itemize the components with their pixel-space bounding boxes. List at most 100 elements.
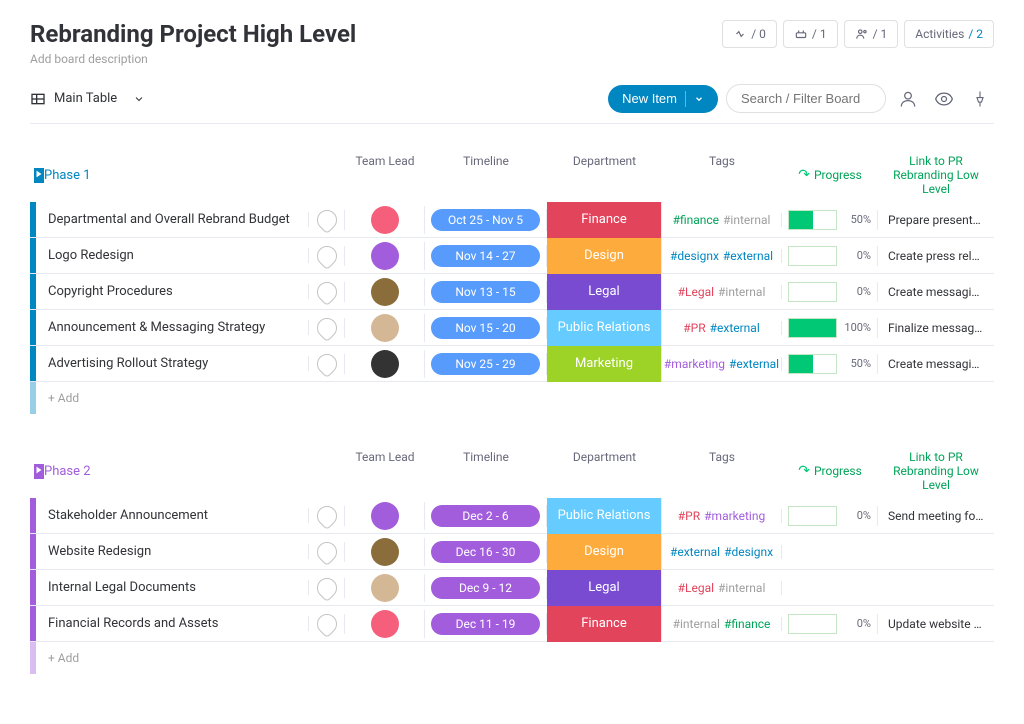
table-row[interactable]: Advertising Rollout Strategy Nov 25 - 29M…	[30, 346, 994, 382]
timeline-cell[interactable]: Dec 9 - 12	[425, 577, 547, 599]
table-row[interactable]: Website Redesign Dec 16 - 30Design#extern…	[30, 534, 994, 570]
column-header[interactable]: Team Lead	[345, 444, 425, 498]
team-lead-cell[interactable]	[345, 574, 425, 602]
pin-icon[interactable]	[966, 85, 994, 113]
link-cell[interactable]: Finalize message rollout strategy	[878, 321, 994, 335]
department-cell[interactable]: Legal	[547, 570, 662, 606]
column-header[interactable]: Tags	[662, 148, 782, 202]
group-name[interactable]: Phase 2	[44, 464, 91, 479]
department-cell[interactable]: Finance	[547, 606, 662, 642]
progress-cell[interactable]: 50%	[782, 210, 878, 230]
progress-cell[interactable]: 0%	[782, 614, 878, 634]
tags-cell[interactable]: #external#designx	[662, 545, 782, 559]
item-name[interactable]: Stakeholder Announcement	[36, 508, 309, 523]
progress-cell[interactable]: 0%	[782, 282, 878, 302]
table-row[interactable]: Financial Records and Assets Dec 11 - 19F…	[30, 606, 994, 642]
team-lead-cell[interactable]	[345, 206, 425, 234]
team-lead-cell[interactable]	[345, 538, 425, 566]
automations-badge[interactable]: / 0	[722, 20, 777, 48]
conversation-button[interactable]	[309, 578, 345, 598]
conversation-button[interactable]	[309, 542, 345, 562]
tags-cell[interactable]: #finance#internal	[662, 213, 782, 227]
column-header[interactable]: Tags	[662, 444, 782, 498]
activities-badge[interactable]: Activities / 2	[904, 20, 994, 48]
column-header-link[interactable]: Link to PR Rebranding Low Level	[878, 444, 994, 498]
link-cell[interactable]: Create press release	[878, 249, 994, 263]
group-collapse-toggle[interactable]	[34, 464, 44, 479]
group-name[interactable]: Phase 1	[44, 168, 91, 183]
item-name[interactable]: Announcement & Messaging Strategy	[36, 320, 309, 335]
conversation-button[interactable]	[309, 246, 345, 266]
timeline-cell[interactable]: Dec 11 - 19	[425, 613, 547, 635]
team-lead-cell[interactable]	[345, 242, 425, 270]
team-lead-cell[interactable]	[345, 502, 425, 530]
column-header[interactable]: Department	[547, 148, 662, 202]
progress-cell[interactable]: 0%	[782, 506, 878, 526]
timeline-cell[interactable]: Oct 25 - Nov 5	[425, 209, 547, 231]
members-badge[interactable]: / 1	[844, 20, 899, 48]
conversation-button[interactable]	[309, 354, 345, 374]
integrations-badge[interactable]: / 1	[783, 20, 838, 48]
team-lead-cell[interactable]	[345, 610, 425, 638]
link-cell[interactable]: Update website landing page	[878, 617, 994, 631]
item-name[interactable]: Financial Records and Assets	[36, 616, 309, 631]
department-cell[interactable]: Marketing	[547, 346, 662, 382]
progress-cell[interactable]: 0%	[782, 246, 878, 266]
department-cell[interactable]: Public Relations	[547, 310, 662, 346]
item-name[interactable]: Advertising Rollout Strategy	[36, 356, 309, 371]
timeline-cell[interactable]: Nov 14 - 27	[425, 245, 547, 267]
new-item-button[interactable]: New Item	[608, 85, 718, 113]
tags-cell[interactable]: #marketing#external	[662, 357, 782, 371]
link-cell[interactable]: Create messaging copy for website la...	[878, 357, 994, 371]
table-row[interactable]: Logo Redesign Nov 14 - 27Design#designx#e…	[30, 238, 994, 274]
tags-cell[interactable]: #PR#marketing	[662, 509, 782, 523]
table-row[interactable]: Internal Legal DocumentsDec 9 - 12Legal#…	[30, 570, 994, 606]
column-header-link[interactable]: Link to PR Rebranding Low Level	[878, 148, 994, 202]
column-header-progress[interactable]: ↷ Progress	[782, 444, 878, 498]
timeline-cell[interactable]: Nov 25 - 29	[425, 353, 547, 375]
conversation-button[interactable]	[309, 282, 345, 302]
timeline-cell[interactable]: Dec 16 - 30	[425, 541, 547, 563]
progress-cell[interactable]: 100%	[782, 318, 878, 338]
search-input[interactable]	[726, 84, 886, 113]
view-selector[interactable]: Main Table	[30, 91, 145, 107]
column-header[interactable]: Timeline	[425, 148, 547, 202]
item-name[interactable]: Copyright Procedures	[36, 284, 309, 299]
column-header[interactable]: Timeline	[425, 444, 547, 498]
table-row[interactable]: Announcement & Messaging Strategy Nov 15 …	[30, 310, 994, 346]
tags-cell[interactable]: #Legal#internal	[662, 285, 782, 299]
tags-cell[interactable]: #designx#external	[662, 249, 782, 263]
add-item-row[interactable]: + Add	[30, 382, 994, 414]
conversation-button[interactable]	[309, 318, 345, 338]
team-lead-cell[interactable]	[345, 278, 425, 306]
conversation-button[interactable]	[309, 210, 345, 230]
item-name[interactable]: Departmental and Overall Rebrand Budget	[36, 212, 309, 227]
department-cell[interactable]: Public Relations	[547, 498, 662, 534]
eye-icon[interactable]	[930, 85, 958, 113]
team-lead-cell[interactable]	[345, 314, 425, 342]
conversation-button[interactable]	[309, 614, 345, 634]
conversation-button[interactable]	[309, 506, 345, 526]
add-item-row[interactable]: + Add	[30, 642, 994, 674]
department-cell[interactable]: Legal	[547, 274, 662, 310]
board-description[interactable]: Add board description	[30, 52, 356, 66]
timeline-cell[interactable]: Nov 15 - 20	[425, 317, 547, 339]
link-cell[interactable]: Prepare presentation for board memb...	[878, 213, 994, 227]
progress-cell[interactable]: 50%	[782, 354, 878, 374]
timeline-cell[interactable]: Dec 2 - 6	[425, 505, 547, 527]
table-row[interactable]: Stakeholder Announcement Dec 2 - 6Public …	[30, 498, 994, 534]
tags-cell[interactable]: #internal#finance	[662, 617, 782, 631]
department-cell[interactable]: Finance	[547, 202, 662, 238]
item-name[interactable]: Internal Legal Documents	[36, 580, 309, 595]
timeline-cell[interactable]: Nov 13 - 15	[425, 281, 547, 303]
column-header[interactable]: Team Lead	[345, 148, 425, 202]
link-cell[interactable]: Create messaging copy for social plat...	[878, 285, 994, 299]
department-cell[interactable]: Design	[547, 534, 662, 570]
item-name[interactable]: Website Redesign	[36, 544, 309, 559]
team-lead-cell[interactable]	[345, 350, 425, 378]
column-header[interactable]: Department	[547, 444, 662, 498]
person-filter-icon[interactable]	[894, 85, 922, 113]
department-cell[interactable]: Design	[547, 238, 662, 274]
table-row[interactable]: Copyright Procedures Nov 13 - 15Legal#Leg…	[30, 274, 994, 310]
item-name[interactable]: Logo Redesign	[36, 248, 309, 263]
